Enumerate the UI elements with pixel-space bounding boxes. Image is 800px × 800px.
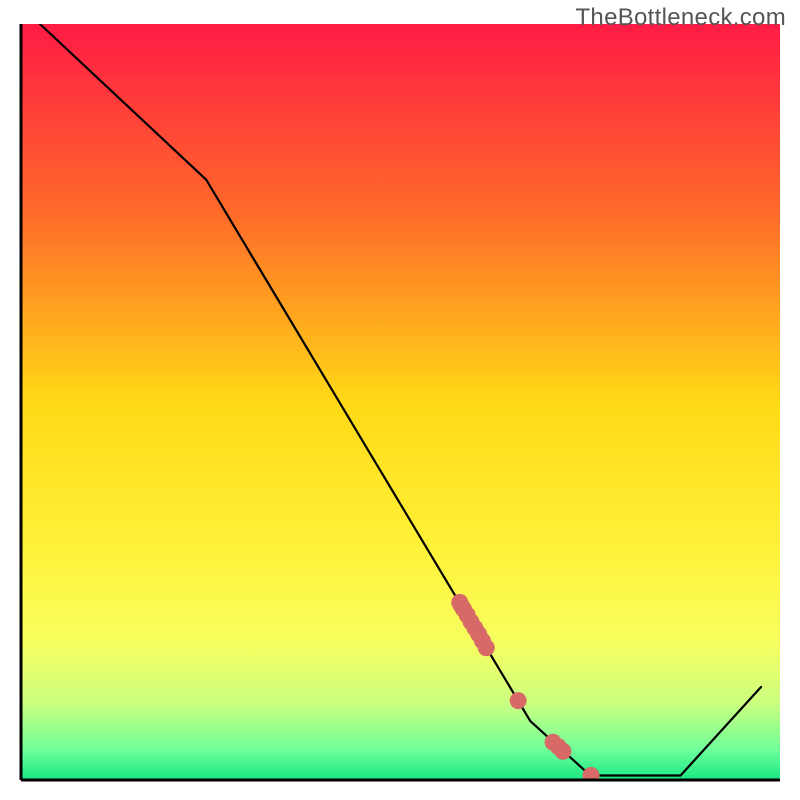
data-point	[478, 639, 495, 656]
data-point	[510, 692, 527, 709]
watermark-text: TheBottleneck.com	[575, 4, 786, 32]
gradient-background	[21, 24, 780, 780]
chart-svg	[0, 0, 800, 800]
data-point	[554, 743, 571, 760]
bottleneck-chart: TheBottleneck.com	[0, 0, 800, 800]
